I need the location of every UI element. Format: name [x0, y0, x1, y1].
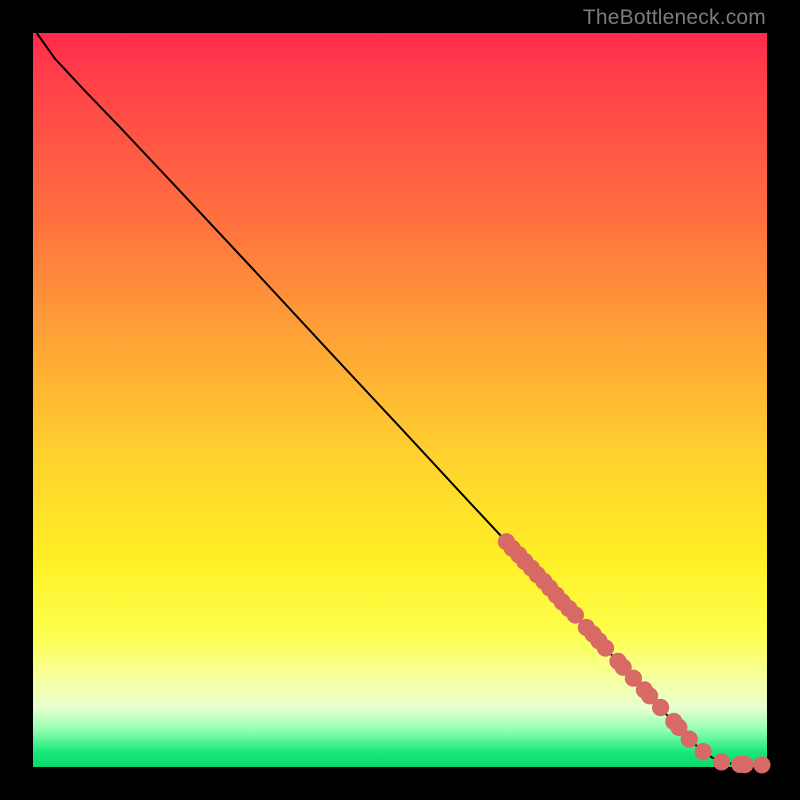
data-point: [597, 640, 613, 656]
data-point: [653, 699, 669, 715]
data-point: [737, 757, 753, 773]
data-markers: [498, 534, 770, 773]
data-point: [754, 757, 770, 773]
data-point: [713, 754, 729, 770]
data-point: [695, 744, 711, 760]
bottleneck-curve: [37, 33, 767, 765]
data-point: [681, 731, 697, 747]
chart-frame: TheBottleneck.com: [0, 0, 800, 800]
chart-overlay: [33, 33, 767, 767]
watermark-text: TheBottleneck.com: [583, 6, 766, 30]
